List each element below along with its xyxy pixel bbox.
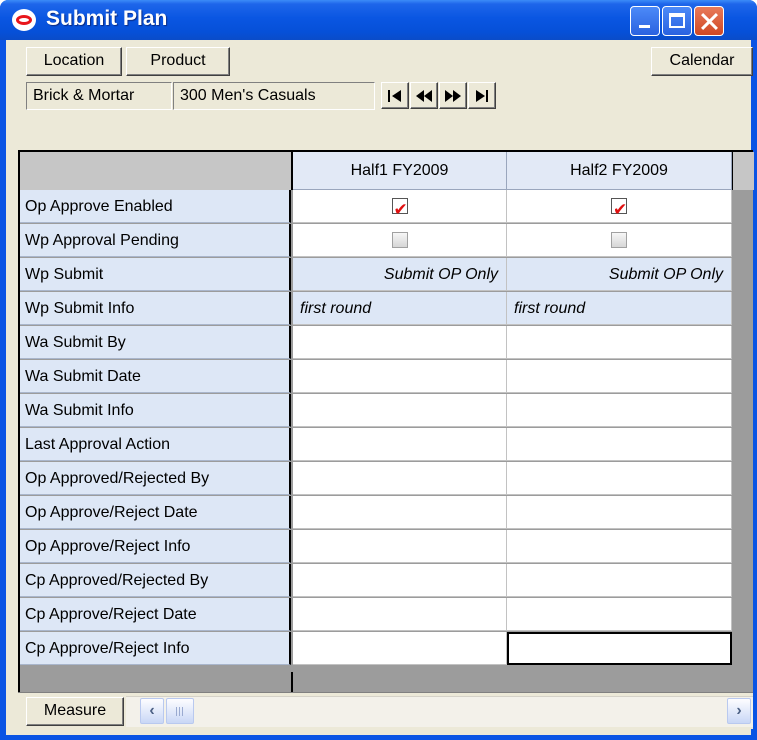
- checked-checkbox[interactable]: [611, 193, 627, 226]
- nav-last-button[interactable]: [468, 82, 496, 109]
- minimize-button[interactable]: [630, 6, 660, 36]
- row-label[interactable]: Cp Approve/Reject Date: [20, 598, 291, 631]
- grid-cell[interactable]: [507, 496, 732, 529]
- row-label[interactable]: Last Approval Action: [20, 428, 291, 461]
- first-icon: [388, 89, 401, 102]
- grid-cell[interactable]: [507, 462, 732, 495]
- table-row: Wa Submit Date: [20, 360, 732, 393]
- row-label[interactable]: Cp Approve/Reject Info: [20, 632, 291, 665]
- grid-cell[interactable]: [293, 462, 507, 495]
- grid-cell[interactable]: [507, 360, 732, 393]
- row-label[interactable]: Wp Submit Info: [20, 292, 291, 325]
- column-header-filler: [732, 152, 754, 190]
- grid-cell[interactable]: [507, 224, 732, 257]
- table-row: Op Approve/Reject Info: [20, 530, 732, 563]
- grid-cell[interactable]: [293, 496, 507, 529]
- grid-cell[interactable]: [507, 428, 732, 461]
- window-frame-left: [0, 40, 6, 740]
- grid-cell[interactable]: [293, 428, 507, 461]
- row-label[interactable]: Cp Approved/Rejected By: [20, 564, 291, 597]
- table-row: Op Approve/Reject Date: [20, 496, 732, 529]
- scroll-right-button[interactable]: ›: [727, 698, 751, 724]
- grid-cell[interactable]: [293, 530, 507, 563]
- grid-cell[interactable]: [507, 598, 732, 631]
- grid-cell[interactable]: [293, 190, 507, 226]
- record-navigation: [381, 82, 496, 110]
- grid-cell[interactable]: [293, 598, 507, 631]
- row-label[interactable]: Wp Approval Pending: [20, 224, 291, 257]
- nav-next-button[interactable]: [439, 82, 467, 109]
- column-header-half1[interactable]: Half1 FY2009: [293, 152, 507, 190]
- grid-cell[interactable]: Submit OP Only: [507, 258, 732, 291]
- previous-icon: [416, 89, 432, 102]
- grid-cell[interactable]: [507, 394, 732, 427]
- grid-cell[interactable]: first round: [507, 292, 732, 325]
- last-icon: [476, 89, 488, 102]
- grid-cell[interactable]: [293, 564, 507, 597]
- column-header-half2[interactable]: Half2 FY2009: [507, 152, 732, 190]
- chevron-right-icon: ›: [736, 702, 742, 719]
- table-row: Cp Approved/Rejected By: [20, 564, 732, 597]
- oracle-logo-icon: [12, 9, 36, 31]
- calendar-button[interactable]: Calendar: [651, 47, 753, 76]
- scroll-left-button[interactable]: ‹: [140, 698, 164, 724]
- chevron-left-icon: ‹: [149, 702, 155, 719]
- row-label[interactable]: Wa Submit By: [20, 326, 291, 359]
- window-title: Submit Plan: [46, 7, 168, 30]
- row-label[interactable]: Wp Submit: [20, 258, 291, 291]
- maximize-button[interactable]: [662, 6, 692, 36]
- product-button[interactable]: Product: [126, 47, 230, 76]
- table-row: Wa Submit By: [20, 326, 732, 359]
- close-button[interactable]: [694, 6, 724, 36]
- row-header-filler: [20, 672, 293, 692]
- maximize-icon: [669, 13, 685, 28]
- horizontal-scrollbar[interactable]: [126, 696, 753, 727]
- table-row: Wp Submit Submit OP Only Submit OP Only: [20, 258, 732, 291]
- row-label[interactable]: Op Approve/Reject Info: [20, 530, 291, 563]
- table-row: Wa Submit Info: [20, 394, 732, 427]
- grid-cell[interactable]: [507, 564, 732, 597]
- row-label[interactable]: Wa Submit Info: [20, 394, 291, 427]
- nav-first-button[interactable]: [381, 82, 409, 109]
- table-row: Wp Approval Pending: [20, 224, 732, 257]
- table-row: Cp Approve/Reject Date: [20, 598, 732, 631]
- grid-cell[interactable]: [293, 224, 507, 257]
- grid-corner-header: [20, 152, 293, 190]
- table-row: Wp Submit Info first round first round: [20, 292, 732, 325]
- nav-previous-button[interactable]: [410, 82, 438, 109]
- table-row: Op Approve Enabled: [20, 190, 732, 226]
- row-label[interactable]: Op Approved/Rejected By: [20, 462, 291, 495]
- row-label[interactable]: Op Approve Enabled: [20, 190, 291, 223]
- unchecked-checkbox[interactable]: [611, 232, 627, 248]
- title-bar[interactable]: Submit Plan: [0, 0, 757, 40]
- window-frame-bottom: [0, 735, 757, 740]
- scroll-thumb[interactable]: [166, 698, 194, 724]
- row-label[interactable]: Wa Submit Date: [20, 360, 291, 393]
- grid-cell[interactable]: [507, 632, 732, 665]
- grid-cell[interactable]: [507, 190, 732, 226]
- grid-cell[interactable]: [293, 360, 507, 393]
- grid-cell[interactable]: [507, 530, 732, 563]
- grid-cell[interactable]: Submit OP Only: [293, 258, 507, 291]
- grip-icon: [176, 707, 185, 716]
- table-row: Last Approval Action: [20, 428, 732, 461]
- grid-cell[interactable]: [293, 632, 507, 665]
- table-row: Op Approved/Rejected By: [20, 462, 732, 495]
- grid-cell[interactable]: [507, 326, 732, 359]
- unchecked-checkbox[interactable]: [391, 232, 408, 248]
- location-button[interactable]: Location: [26, 47, 122, 76]
- grid-cell[interactable]: [293, 326, 507, 359]
- checked-checkbox[interactable]: [391, 193, 408, 226]
- next-icon: [445, 89, 461, 102]
- department-selector[interactable]: 300 Men's Casuals: [173, 82, 375, 110]
- measure-button[interactable]: Measure: [26, 697, 124, 726]
- grid-cell[interactable]: first round: [293, 292, 507, 325]
- grid-cell[interactable]: [293, 394, 507, 427]
- table-row: Cp Approve/Reject Info: [20, 632, 732, 665]
- row-label[interactable]: Op Approve/Reject Date: [20, 496, 291, 529]
- channel-selector[interactable]: Brick & Mortar: [26, 82, 172, 110]
- minimize-icon: [639, 25, 650, 28]
